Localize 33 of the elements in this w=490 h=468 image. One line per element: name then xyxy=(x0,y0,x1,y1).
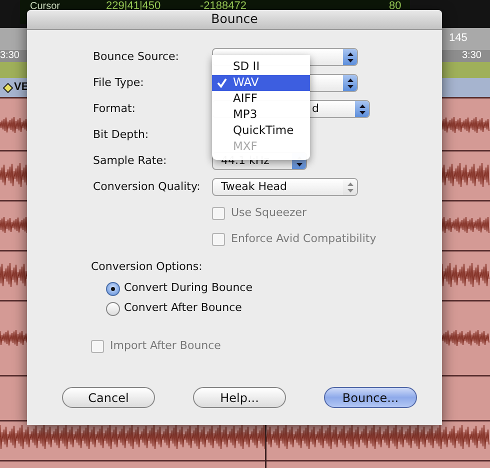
menu-item[interactable]: AIFF xyxy=(212,91,310,107)
menu-item[interactable]: WAV xyxy=(212,75,310,91)
group-label: Conversion Options: xyxy=(91,259,204,275)
field-label: Bit Depth: xyxy=(93,126,150,143)
field-label: Sample Rate: xyxy=(93,152,168,169)
radio-label: Convert After Bounce xyxy=(124,300,242,316)
counter-label: Cursor xyxy=(30,2,60,12)
field-label: Format: xyxy=(93,100,136,117)
field-label: Bounce Source: xyxy=(93,48,180,65)
offset-value: -2188472 xyxy=(200,1,246,12)
ruler-time: 3:30 xyxy=(462,51,482,61)
ruler-time: 3:30 xyxy=(0,51,20,61)
popup-select[interactable]: Tweak Head xyxy=(212,178,358,196)
radio-label: Convert During Bounce xyxy=(124,280,252,296)
radio-button[interactable] xyxy=(106,302,120,316)
zoom-value: 80 xyxy=(389,1,402,12)
dialog-button[interactable]: Cancel xyxy=(62,387,155,408)
field-label: File Type: xyxy=(93,74,145,91)
window-title: Bounce xyxy=(211,10,258,28)
counter-value: 229|41|450 xyxy=(106,1,161,12)
menu-item[interactable]: MP3 xyxy=(212,107,310,123)
diamond-icon xyxy=(3,83,13,93)
checkbox-label: Import After Bounce xyxy=(110,338,221,354)
checkbox-label: Enforce Avid Compatibility xyxy=(231,230,376,247)
checkmark-icon xyxy=(217,78,227,88)
menu-item[interactable]: SD II xyxy=(212,59,310,75)
radio-button[interactable] xyxy=(106,282,120,296)
dialog-button[interactable]: Bounce... xyxy=(324,387,417,408)
menu-item[interactable]: QuickTime xyxy=(212,123,310,139)
field-label: Conversion Quality: xyxy=(93,178,202,195)
ruler-bar-number: 145 xyxy=(449,33,468,44)
dialog-button[interactable]: Help... xyxy=(193,387,286,408)
checkbox-label: Use Squeezer xyxy=(231,204,307,221)
